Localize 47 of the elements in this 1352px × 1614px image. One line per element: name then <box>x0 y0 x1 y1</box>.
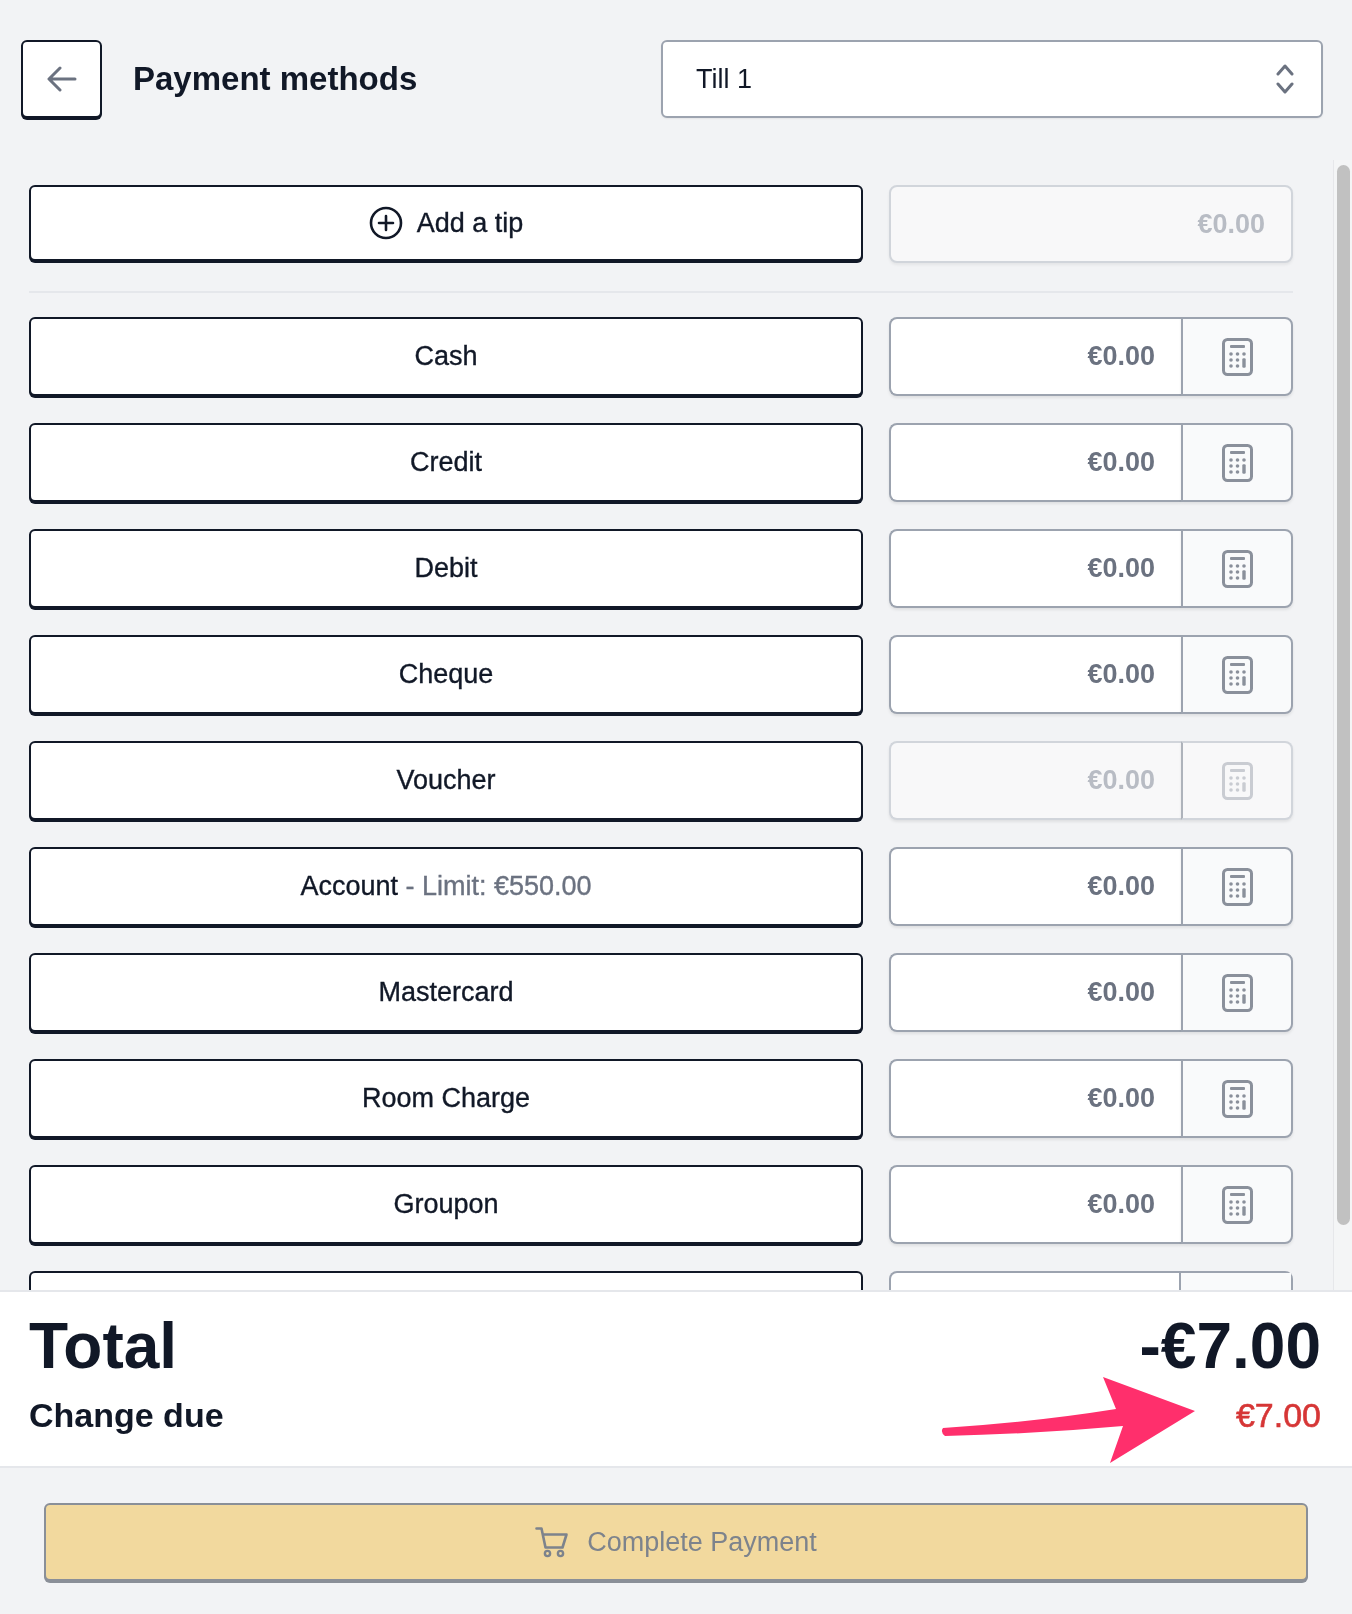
till-select[interactable]: Till 1 <box>661 40 1323 118</box>
payment-method-button[interactable]: Credit <box>29 423 863 502</box>
calculator-icon <box>1221 655 1253 694</box>
payment-method-button[interactable]: Cheque <box>29 635 863 714</box>
payment-method-button[interactable]: Mastercard <box>29 953 863 1032</box>
calculator-button[interactable] <box>1181 635 1293 714</box>
cart-icon <box>535 1526 570 1558</box>
back-button[interactable] <box>21 40 102 118</box>
plus-circle-icon <box>368 206 403 240</box>
calculator-button[interactable] <box>1181 1059 1293 1138</box>
calculator-icon <box>1221 1185 1253 1224</box>
total-amount: -€7.00 <box>1139 1311 1321 1381</box>
amount-field[interactable]: €0.00 <box>889 847 1181 926</box>
chevron-up-down-icon <box>1276 64 1294 94</box>
amount-field[interactable]: €0.00 <box>889 635 1181 714</box>
total-label: Total <box>29 1311 178 1381</box>
partial-method-button[interactable] <box>29 1271 863 1290</box>
change-due-amount: €7.00 <box>1235 1395 1321 1436</box>
calculator-icon <box>1221 973 1253 1012</box>
calculator-button[interactable] <box>1181 529 1293 608</box>
amount-field[interactable]: €0.00 <box>889 317 1181 396</box>
payment-method-button[interactable]: Room Charge <box>29 1059 863 1138</box>
calculator-icon <box>1221 867 1253 906</box>
payment-method-button[interactable]: Debit <box>29 529 863 608</box>
partial-amount-field[interactable] <box>889 1271 1293 1290</box>
calculator-icon <box>1221 337 1253 376</box>
calculator-button[interactable] <box>1181 953 1293 1032</box>
calculator-button[interactable] <box>1181 317 1293 396</box>
scrollbar-thumb[interactable] <box>1337 165 1350 1225</box>
amount-field[interactable]: €0.00 <box>889 1059 1181 1138</box>
payment-method-button[interactable]: Account - Limit: €550.00 <box>29 847 863 926</box>
calculator-icon <box>1221 761 1253 800</box>
payment-method-button[interactable]: Cash <box>29 317 863 396</box>
payment-method-button[interactable]: Groupon <box>29 1165 863 1244</box>
change-due-label: Change due <box>29 1395 224 1436</box>
page-title: Payment methods <box>133 59 418 99</box>
calculator-button[interactable] <box>1181 847 1293 926</box>
calculator-icon <box>1221 1079 1253 1118</box>
calculator-icon <box>1221 443 1253 482</box>
calculator-button[interactable] <box>1181 1165 1293 1244</box>
amount-field[interactable]: €0.00 <box>889 953 1181 1032</box>
back-arrow-icon <box>46 66 77 92</box>
calculator-icon <box>1221 549 1253 588</box>
amount-field[interactable]: €0.00 <box>889 1165 1181 1244</box>
amount-field[interactable]: €0.00 <box>889 529 1181 608</box>
calculator-button[interactable] <box>1181 423 1293 502</box>
amount-field[interactable]: €0.00 <box>889 423 1181 502</box>
